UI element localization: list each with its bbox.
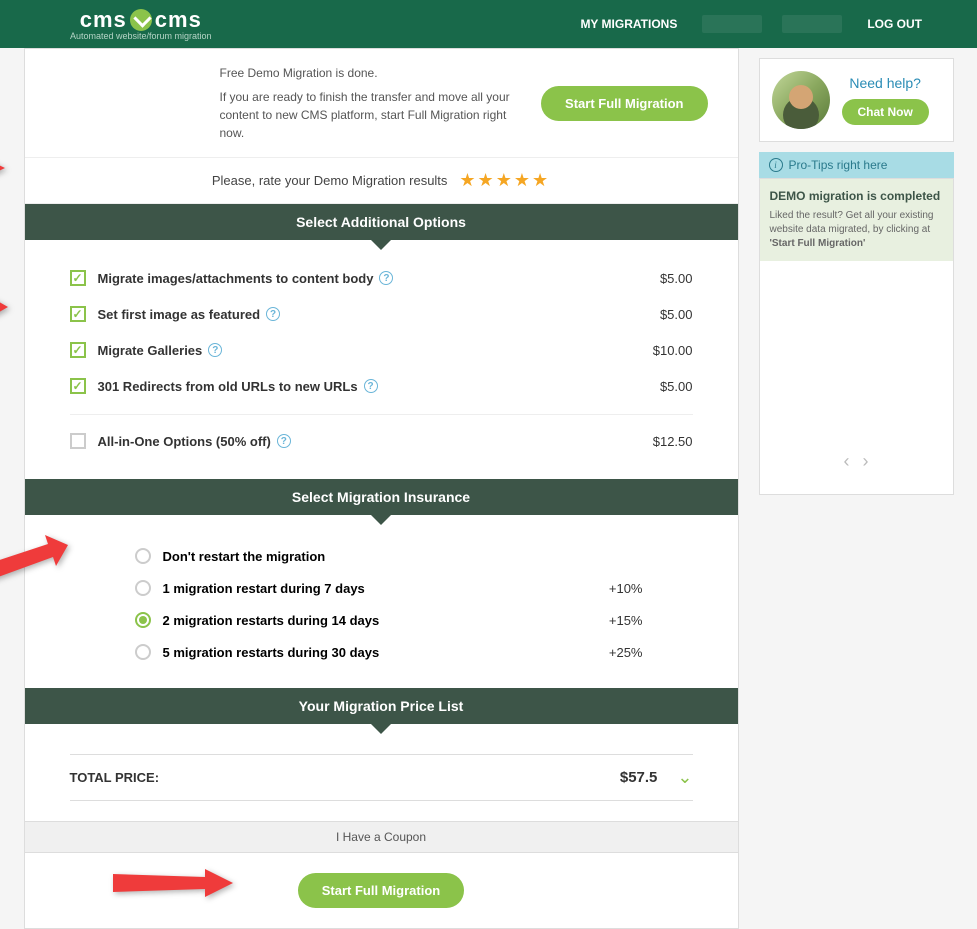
- coupon-bar[interactable]: I Have a Coupon: [25, 821, 738, 853]
- annotation-arrow-3: [0, 535, 75, 600]
- option-checkbox-1[interactable]: [70, 306, 86, 322]
- insurance-radio-3[interactable]: [135, 644, 151, 660]
- section-header-price: Your Migration Price List: [25, 688, 738, 724]
- option-row: Migrate images/attachments to content bo…: [70, 260, 693, 296]
- chevron-down-icon[interactable]: ⌄: [677, 767, 692, 788]
- total-label: TOTAL PRICE:: [70, 770, 620, 785]
- logo-tagline: Automated website/forum migration: [70, 31, 212, 41]
- option-checkbox-2[interactable]: [70, 342, 86, 358]
- insurance-label-0: Don't restart the migration: [163, 549, 643, 564]
- tip-body: Liked the result? Get all your existing …: [770, 209, 943, 251]
- option-checkbox-0[interactable]: [70, 270, 86, 286]
- insurance-pct-2: +15%: [609, 613, 693, 628]
- nav-blur-2: [782, 15, 842, 33]
- option-label-0: Migrate images/attachments to content bo…: [98, 271, 660, 286]
- option-checkbox-allinone[interactable]: [70, 433, 86, 449]
- insurance-row: 1 migration restart during 7 days +10%: [135, 572, 693, 604]
- demo-ready-text: If you are ready to finish the transfer …: [220, 88, 512, 142]
- insurance-row: Don't restart the migration: [135, 540, 693, 572]
- insurance-radio-1[interactable]: [135, 580, 151, 596]
- total-section: TOTAL PRICE: $57.5 ⌄: [25, 724, 738, 821]
- options-list: Migrate images/attachments to content bo…: [25, 240, 738, 479]
- rate-label: Please, rate your Demo Migration results: [212, 173, 448, 188]
- start-full-migration-top-button[interactable]: Start Full Migration: [541, 86, 707, 121]
- option-row: 301 Redirects from old URLs to new URLs?…: [70, 368, 693, 404]
- logo-swap-icon: [130, 9, 152, 31]
- help-card: Need help? Chat Now: [759, 58, 954, 142]
- insurance-label-1: 1 migration restart during 7 days: [163, 581, 609, 596]
- help-icon[interactable]: ?: [364, 379, 378, 393]
- option-price-allinone: $12.50: [653, 434, 693, 449]
- sidebar: Need help? Chat Now i Pro-Tips right her…: [759, 48, 954, 929]
- demo-done-text: Free Demo Migration is done.: [220, 64, 512, 82]
- option-checkbox-3[interactable]: [70, 378, 86, 394]
- main-panel: Free Demo Migration is done. If you are …: [24, 48, 739, 929]
- insurance-label-2: 2 migration restarts during 14 days: [163, 613, 609, 628]
- nav-blur-1: [702, 15, 762, 33]
- chat-now-button[interactable]: Chat Now: [842, 99, 929, 125]
- section-header-insurance: Select Migration Insurance: [25, 479, 738, 515]
- option-price-3: $5.00: [660, 379, 693, 394]
- tip-next-icon[interactable]: ›: [863, 451, 869, 471]
- tip-prev-icon[interactable]: ‹: [843, 451, 849, 471]
- annotation-arrow-4: [110, 865, 240, 910]
- nav-my-migrations[interactable]: MY MIGRATIONS: [580, 17, 677, 31]
- annotation-arrow-2: [0, 285, 15, 340]
- option-label-1: Set first image as featured?: [98, 307, 660, 322]
- insurance-radio-0[interactable]: [135, 548, 151, 564]
- section-header-options: Select Additional Options: [25, 204, 738, 240]
- option-label-3: 301 Redirects from old URLs to new URLs?: [98, 379, 660, 394]
- insurance-row: 2 migration restarts during 14 days +15%: [135, 604, 693, 636]
- option-label-allinone: All-in-One Options (50% off)?: [98, 434, 653, 449]
- help-icon[interactable]: ?: [379, 271, 393, 285]
- rating-stars[interactable]: ★★★★★: [459, 170, 550, 191]
- top-header: cms cms Automated website/forum migratio…: [0, 0, 977, 48]
- tip-title: DEMO migration is completed: [770, 189, 943, 203]
- option-price-1: $5.00: [660, 307, 693, 322]
- help-icon[interactable]: ?: [208, 343, 222, 357]
- avatar: [772, 71, 830, 129]
- need-help-label: Need help?: [849, 75, 921, 91]
- logo-text-left: cms: [80, 7, 127, 33]
- insurance-pct-3: +25%: [609, 645, 693, 660]
- total-price: $57.5: [620, 769, 658, 786]
- help-icon[interactable]: ?: [266, 307, 280, 321]
- protips-label: Pro-Tips right here: [789, 158, 888, 172]
- insurance-list: Don't restart the migration 1 migration …: [25, 515, 738, 688]
- option-row-allinone: All-in-One Options (50% off)? $12.50: [70, 414, 693, 459]
- logo-text-right: cms: [155, 7, 202, 33]
- insurance-pct-1: +10%: [609, 581, 693, 596]
- annotation-arrow-1: [0, 148, 10, 201]
- nav-logout[interactable]: LOG OUT: [867, 17, 922, 31]
- cta-section: Start Full Migration: [25, 853, 738, 928]
- option-row: Set first image as featured? $5.00: [70, 296, 693, 332]
- start-full-migration-bottom-button[interactable]: Start Full Migration: [298, 873, 464, 908]
- insurance-row: 5 migration restarts during 30 days +25%: [135, 636, 693, 668]
- demo-done-section: Free Demo Migration is done. If you are …: [25, 49, 738, 158]
- protips-bar: i Pro-Tips right here: [759, 152, 954, 178]
- logo[interactable]: cms cms Automated website/forum migratio…: [70, 7, 212, 41]
- option-row: Migrate Galleries? $10.00: [70, 332, 693, 368]
- option-price-0: $5.00: [660, 271, 693, 286]
- option-label-2: Migrate Galleries?: [98, 343, 653, 358]
- tip-card: DEMO migration is completed Liked the re…: [759, 178, 954, 495]
- help-icon[interactable]: ?: [277, 434, 291, 448]
- insurance-label-3: 5 migration restarts during 30 days: [163, 645, 609, 660]
- info-icon: i: [769, 158, 783, 172]
- tip-nav: ‹ ›: [772, 271, 941, 482]
- option-price-2: $10.00: [653, 343, 693, 358]
- insurance-radio-2[interactable]: [135, 612, 151, 628]
- rate-section: Please, rate your Demo Migration results…: [25, 158, 738, 204]
